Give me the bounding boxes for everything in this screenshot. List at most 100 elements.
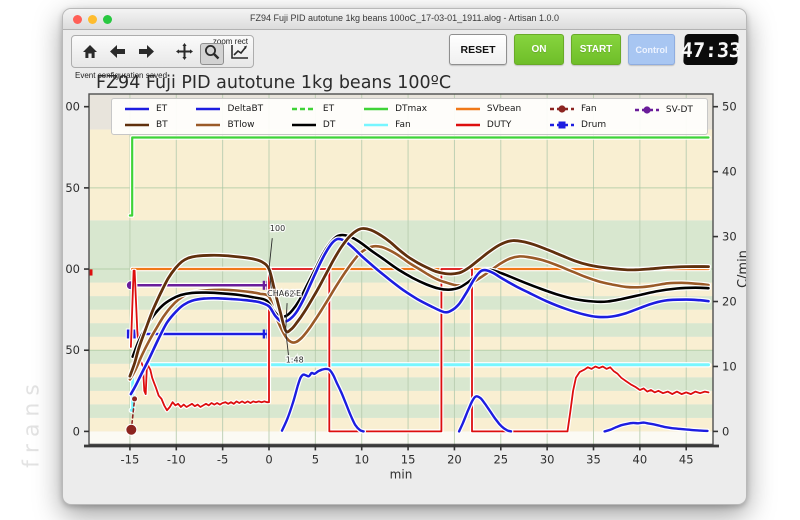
legend-sample xyxy=(549,104,575,114)
timer-lcd: 47:33 xyxy=(683,34,739,65)
background-band xyxy=(89,377,713,391)
y-tick-label-left: 50 xyxy=(65,343,80,357)
annotation-1:48: 1:48 xyxy=(286,355,304,364)
x-tick-label: -10 xyxy=(167,452,186,466)
legend-label: SV-DT xyxy=(666,105,693,115)
legend-column: Fan Drum xyxy=(549,102,606,132)
y-tick-label-right: 20 xyxy=(722,295,737,309)
legend-label: DT xyxy=(323,120,335,130)
legend-item-DUTY: DUTY xyxy=(455,118,521,133)
Fan-events-marker xyxy=(126,424,137,435)
legend-item-ET: ET xyxy=(124,102,168,117)
legend-label: ET xyxy=(156,104,167,114)
legend-item-BTlow: BTlow xyxy=(195,118,263,133)
legend-label: BT xyxy=(156,120,168,130)
x-tick-label: 35 xyxy=(586,452,601,466)
window-titlebar[interactable]: FZ94 Fuji PID autotune 1kg beans 100oC_1… xyxy=(63,9,746,30)
matplotlib-toolbar: zoom rect xyxy=(71,35,254,68)
pan-button[interactable] xyxy=(172,43,196,65)
forward-arrow-icon xyxy=(138,45,154,63)
background-band xyxy=(89,129,713,220)
x-tick-label: 0 xyxy=(265,452,272,466)
legend-sample xyxy=(195,120,221,130)
magnifier-icon xyxy=(204,44,220,65)
legend-column: SVbean DUTY xyxy=(455,102,521,132)
y-tick-label-right: 10 xyxy=(722,359,737,373)
legend-sample xyxy=(124,104,150,114)
y-tick-label-right: 0 xyxy=(722,424,729,438)
Fan-events-marker xyxy=(132,396,138,402)
artisan-window: FZ94 Fuji PID autotune 1kg beans 100oC_1… xyxy=(62,8,747,505)
line-chart-icon xyxy=(231,44,249,64)
legend-label: DUTY xyxy=(487,120,512,130)
x-tick-label: 20 xyxy=(447,452,462,466)
home-icon xyxy=(82,44,98,64)
background-band xyxy=(89,391,713,405)
home-button[interactable] xyxy=(78,43,102,65)
y-tick-label-right: 50 xyxy=(722,100,737,114)
legend-column: ET DT xyxy=(291,102,335,132)
photo-watermark: frans xyxy=(20,363,45,483)
x-tick-label: 40 xyxy=(633,452,648,466)
legend-sample xyxy=(291,104,317,114)
x-tick-label: -15 xyxy=(121,452,140,466)
zoom-rect-button[interactable] xyxy=(200,43,224,65)
timer-value: 47:33 xyxy=(680,38,741,62)
reset-button[interactable]: RESET xyxy=(449,34,507,65)
legend-label: SVbean xyxy=(487,104,521,114)
legend-label: BTlow xyxy=(227,120,254,130)
on-button[interactable]: ON xyxy=(514,34,564,65)
x-tick-label: 45 xyxy=(679,452,694,466)
chart-legend: ET BT DeltaBT BTlow ET DT DTmax Fan SVbean DUTY Fa… xyxy=(111,98,708,135)
forward-button[interactable] xyxy=(134,43,158,65)
legend-item-DT: DT xyxy=(291,118,335,133)
start-button[interactable]: START xyxy=(571,34,621,65)
x-tick-label: 30 xyxy=(540,452,555,466)
legend-sample xyxy=(195,104,221,114)
legend-item-ET: ET xyxy=(291,102,335,117)
control-button[interactable]: Control xyxy=(628,34,675,65)
background-band xyxy=(89,337,713,351)
legend-column: SV-DT xyxy=(634,102,693,132)
y-tick-label-left: 0 xyxy=(73,424,80,438)
window-title: FZ94 Fuji PID autotune 1kg beans 100oC_1… xyxy=(63,13,746,23)
legend-sample xyxy=(455,104,481,114)
back-arrow-icon xyxy=(110,45,126,63)
legend-item-Drum: Drum xyxy=(549,118,606,133)
legend-item-BT: BT xyxy=(124,118,168,133)
back-button[interactable] xyxy=(106,43,130,65)
annotation-62: 62 xyxy=(284,290,294,299)
x-tick-label: -5 xyxy=(217,452,228,466)
plot-config-button[interactable] xyxy=(228,43,252,65)
annotation-100: 100 xyxy=(270,224,285,233)
pan-icon xyxy=(176,43,193,65)
legend-sample xyxy=(455,120,481,130)
legend-item-Fan: Fan xyxy=(363,118,427,133)
legend-label: DTmax xyxy=(395,104,427,114)
legend-column: DeltaBT BTlow xyxy=(195,102,263,132)
x-tick-label: 15 xyxy=(401,452,416,466)
legend-item-DeltaBT: DeltaBT xyxy=(195,102,263,117)
x-tick-label: 5 xyxy=(312,452,319,466)
legend-sample xyxy=(124,120,150,130)
legend-label: Fan xyxy=(395,120,411,130)
x-tick-label: 25 xyxy=(493,452,508,466)
legend-item-SV-DT: SV-DT xyxy=(634,102,693,117)
legend-item-SVbean: SVbean xyxy=(455,102,521,117)
legend-sample xyxy=(291,120,317,130)
legend-label: Fan xyxy=(581,104,597,114)
x-axis-label: min xyxy=(390,467,413,481)
y-axis-label-left: C xyxy=(65,263,66,278)
legend-sample xyxy=(634,105,660,115)
legend-item-Fan: Fan xyxy=(549,102,606,117)
y-tick-label-right: 40 xyxy=(722,165,737,179)
y-tick-label-left: 100 xyxy=(65,262,80,276)
spine-sv-marker xyxy=(90,269,93,275)
y-tick-label-right: 30 xyxy=(722,230,737,244)
legend-sample xyxy=(549,120,575,130)
y-tick-label-left: 200 xyxy=(65,100,80,114)
legend-sample xyxy=(363,120,389,130)
y-axis-label-right: C/min xyxy=(736,250,747,288)
x-tick-label: 10 xyxy=(354,452,369,466)
legend-column: DTmax Fan xyxy=(363,102,427,132)
